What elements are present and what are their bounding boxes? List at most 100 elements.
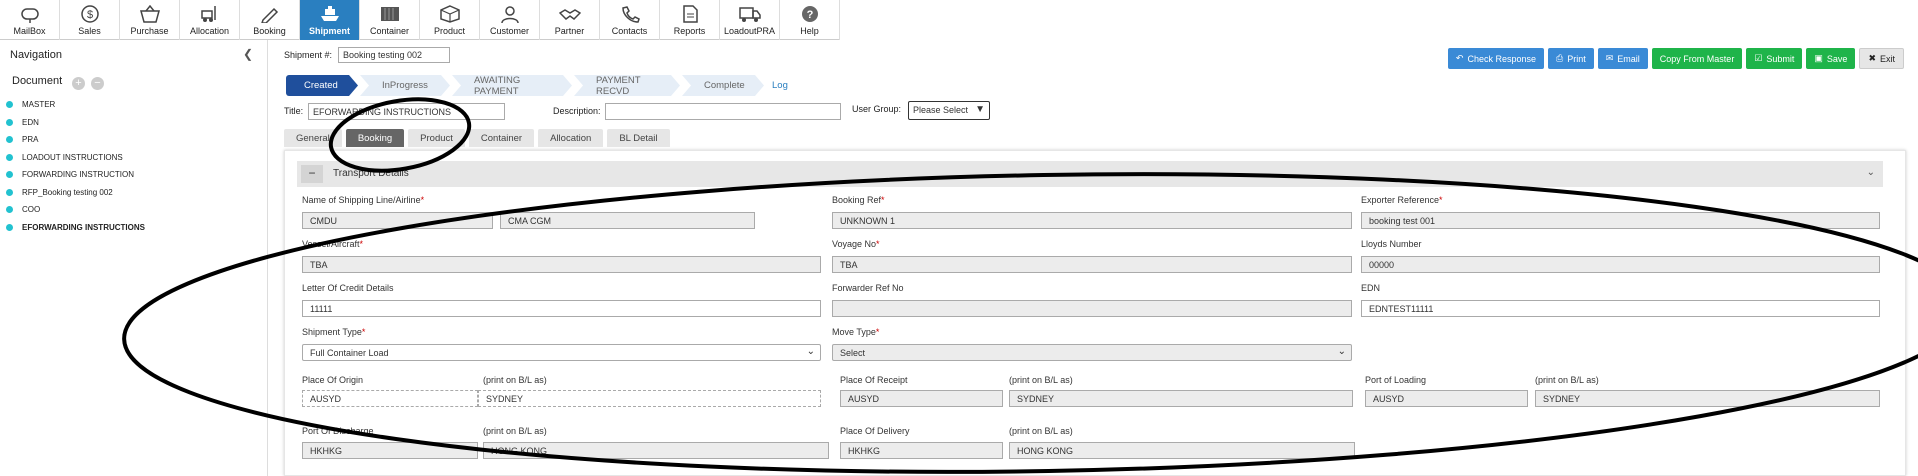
nav-loadoutpra[interactable]: LoadoutPRA <box>720 0 780 40</box>
sidebar-item-coo[interactable]: COO <box>6 201 145 219</box>
document-label: Document <box>12 75 63 87</box>
step-payment-recvd[interactable]: PAYMENT RECVD <box>574 75 680 96</box>
nav-label: LoadoutPRA <box>723 26 776 36</box>
tab-product[interactable]: Product <box>408 129 465 147</box>
collapse-icon[interactable]: − <box>301 165 323 183</box>
save-button[interactable]: ▣ Save <box>1806 48 1856 69</box>
title-label: Title: <box>284 106 304 116</box>
chevron-left-icon[interactable]: ❮ <box>243 47 253 61</box>
edn-input[interactable]: EDNTEST11111 <box>1361 300 1880 317</box>
sidebar-item-master[interactable]: MASTER <box>6 96 145 114</box>
title-input[interactable]: EFORWARDING INSTRUCTIONS <box>308 103 505 120</box>
step-created[interactable]: Created <box>286 75 358 96</box>
user-group-select[interactable]: Please Select ▼ <box>908 101 990 120</box>
step-complete[interactable]: Complete <box>682 75 764 96</box>
print-button[interactable]: ⎙ Print <box>1548 48 1594 69</box>
nav-customer[interactable]: Customer <box>480 0 540 40</box>
shipping-line-code-input[interactable]: CMDU <box>302 212 493 229</box>
exporter-ref-input[interactable]: booking test 001 <box>1361 212 1880 229</box>
section-header[interactable]: − Transport Details ⌄ <box>297 161 1883 187</box>
check-response-button[interactable]: ↶ Check Response <box>1447 48 1545 69</box>
shipping-line-name-input[interactable]: CMA CGM <box>500 212 755 229</box>
tab-container[interactable]: Container <box>468 129 535 147</box>
chevron-down-icon[interactable]: ⌄ <box>1867 167 1875 178</box>
mailbox-icon <box>20 8 39 23</box>
place-origin-code-input[interactable]: AUSYD <box>302 390 478 407</box>
port-loading-print-label: (print on B/L as) <box>1535 375 1599 385</box>
nav-purchase[interactable]: Purchase <box>120 0 180 40</box>
box-icon <box>439 5 460 23</box>
nav-sales[interactable]: $ Sales <box>60 0 120 40</box>
place-delivery-label: Place Of Delivery <box>840 426 910 436</box>
sidebar-item-label: PRA <box>22 135 39 145</box>
step-awaiting-payment[interactable]: AWAITING PAYMENT <box>452 75 572 96</box>
handshake-icon <box>558 9 581 20</box>
place-delivery-code-input[interactable]: HKHKG <box>840 442 1003 459</box>
nav-reports[interactable]: Reports <box>660 0 720 40</box>
move-type-label-text: Move Type <box>832 327 876 337</box>
copy-from-master-button[interactable]: Copy From Master <box>1651 48 1743 69</box>
nav-container[interactable]: Container <box>360 0 420 40</box>
lloyds-label: Lloyds Number <box>1361 239 1422 249</box>
copy-from-master-label: Copy From Master <box>1659 53 1735 64</box>
document-list: MASTER EDN PRA LOADOUT INSTRUCTIONS FORW… <box>6 96 145 236</box>
sidebar-item-loadout[interactable]: LOADOUT INSTRUCTIONS <box>6 149 145 167</box>
nav-booking[interactable]: Booking <box>240 0 300 40</box>
sidebar-item-rfp[interactable]: RFP_Booking testing 002 <box>6 184 145 202</box>
nav-help[interactable]: ? Help <box>780 0 840 40</box>
move-type-select[interactable]: Select ⌄ <box>832 344 1352 361</box>
description-input[interactable] <box>605 103 841 120</box>
voyage-input[interactable]: TBA <box>832 256 1352 273</box>
step-log-link[interactable]: Log <box>766 75 788 96</box>
shipment-type-select[interactable]: Full Container Load ⌄ <box>302 344 821 361</box>
submit-button[interactable]: ☑ Submit <box>1746 48 1803 69</box>
remove-document-icon[interactable]: − <box>91 77 104 90</box>
sidebar-item-label: COO <box>22 205 41 215</box>
nav-allocation[interactable]: Allocation <box>180 0 240 40</box>
nav-contacts[interactable]: Contacts <box>600 0 660 40</box>
nav-label: Booking <box>253 26 286 36</box>
description-label: Description: <box>553 106 601 116</box>
port-discharge-code-input[interactable]: HKHKG <box>302 442 478 459</box>
sidebar-item-pra[interactable]: PRA <box>6 131 145 149</box>
vessel-input[interactable]: TBA <box>302 256 821 273</box>
port-discharge-print-input[interactable]: HONG KONG <box>483 442 829 459</box>
tab-bl-detail[interactable]: BL Detail <box>607 129 670 147</box>
step-inprogress[interactable]: InProgress <box>360 75 450 96</box>
shipment-type-label-text: Shipment Type <box>302 327 362 337</box>
place-origin-print-label: (print on B/L as) <box>483 375 547 385</box>
edn-label: EDN <box>1361 283 1381 293</box>
forklift-icon <box>200 6 216 22</box>
tab-general[interactable]: General <box>284 129 342 147</box>
tab-allocation[interactable]: Allocation <box>538 129 604 147</box>
tab-booking[interactable]: Booking <box>345 129 405 147</box>
port-discharge-label: Port Of Discharge <box>302 426 374 436</box>
email-button[interactable]: ✉ Email <box>1597 48 1648 69</box>
sidebar-item-label: EDN <box>22 117 39 127</box>
nav-partner[interactable]: Partner <box>540 0 600 40</box>
sidebar-item-eforwarding[interactable]: EFORWARDING INSTRUCTIONS <box>6 219 145 237</box>
status-dot-icon <box>6 223 13 231</box>
add-document-icon[interactable]: + <box>72 77 85 90</box>
sidebar-item-forwarding[interactable]: FORWARDING INSTRUCTION <box>6 166 145 184</box>
exit-label: Exit <box>1879 53 1895 64</box>
lloyds-input[interactable]: 00000 <box>1361 256 1880 273</box>
shipment-number-input[interactable]: Booking testing 002 <box>338 47 450 63</box>
nav-mailbox[interactable]: MailBox <box>0 0 60 40</box>
nav-product[interactable]: Product <box>420 0 480 40</box>
forwarder-ref-input[interactable] <box>832 300 1352 317</box>
letter-of-credit-input[interactable]: 11111 <box>302 300 821 317</box>
exit-button[interactable]: ✖ Exit <box>1859 48 1904 69</box>
nav-label: Contacts <box>611 26 648 36</box>
port-loading-code-input[interactable]: AUSYD <box>1365 390 1528 407</box>
truck-icon <box>738 7 761 22</box>
place-delivery-print-input[interactable]: HONG KONG <box>1009 442 1355 459</box>
sidebar-item-edn[interactable]: EDN <box>6 114 145 132</box>
booking-ref-input[interactable]: UNKNOWN 1 <box>832 212 1352 229</box>
place-origin-print-input[interactable]: SYDNEY <box>478 390 821 407</box>
port-loading-print-input[interactable]: SYDNEY <box>1535 390 1880 407</box>
required-marker: * <box>881 195 885 205</box>
place-receipt-code-input[interactable]: AUSYD <box>840 390 1003 407</box>
place-receipt-print-input[interactable]: SYDNEY <box>1009 390 1353 407</box>
nav-shipment[interactable]: Shipment <box>300 0 360 40</box>
